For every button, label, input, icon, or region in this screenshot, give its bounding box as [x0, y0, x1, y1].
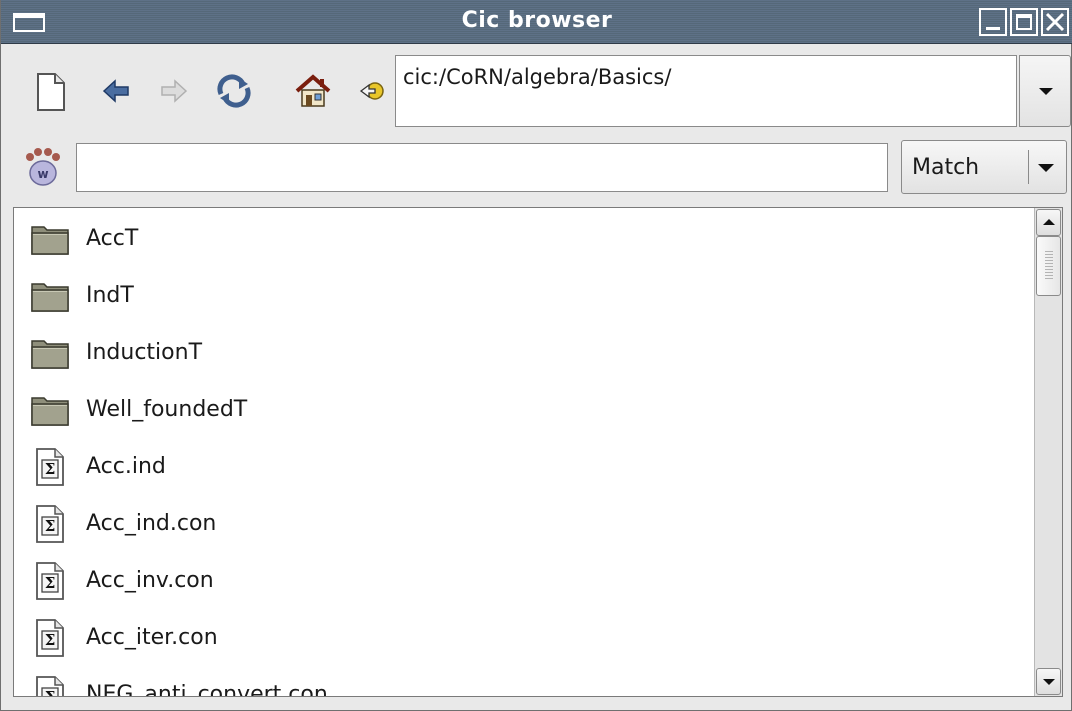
folder-icon: [30, 333, 70, 373]
back-arrow-icon: [102, 79, 129, 103]
close-icon[interactable]: [1041, 8, 1069, 36]
entry-list: AccT IndT InductionT Well_foundedT Σ Acc.ind Σ…: [14, 208, 1034, 696]
svg-text:Σ: Σ: [45, 574, 56, 592]
list-item-label: Acc.ind: [86, 454, 166, 479]
list-item[interactable]: Well_foundedT: [14, 381, 1034, 438]
list-item-label: Acc_ind.con: [86, 511, 217, 536]
folder-icon: [30, 390, 70, 430]
svg-text:Σ: Σ: [45, 688, 56, 697]
search-input[interactable]: [76, 143, 888, 192]
whelp-paw-icon[interactable]: w: [21, 147, 65, 189]
refresh-icon: [217, 74, 251, 108]
go-button[interactable]: [357, 78, 387, 104]
refresh-button[interactable]: [213, 72, 255, 110]
list-item-label: AccT: [86, 226, 139, 251]
list-item[interactable]: Σ Acc_iter.con: [14, 609, 1034, 666]
title-bar[interactable]: Cic browser: [1, 0, 1072, 44]
folder-icon: [30, 276, 70, 316]
match-mode-select[interactable]: Match: [901, 140, 1067, 194]
list-item[interactable]: AccT: [14, 210, 1034, 267]
svg-text:Σ: Σ: [45, 460, 56, 478]
list-item[interactable]: Σ Acc.ind: [14, 438, 1034, 495]
list-item[interactable]: Σ NEG_anti_convert.con: [14, 666, 1034, 696]
cic-browser-window: Cic browser cic:/CoRN/algebra/Basics/ w …: [0, 0, 1072, 711]
list-item-label: InductionT: [86, 340, 203, 365]
sigma-document-icon: Σ: [30, 675, 70, 697]
forward-button[interactable]: [157, 76, 191, 106]
home-button[interactable]: [291, 70, 335, 112]
toolbar: cic:/CoRN/algebra/Basics/: [1, 48, 1071, 136]
url-history-dropdown[interactable]: [1019, 55, 1071, 127]
new-page-button[interactable]: [31, 70, 71, 114]
scroll-down-button[interactable]: [1036, 668, 1061, 695]
list-item[interactable]: IndT: [14, 267, 1034, 324]
new-page-icon: [37, 73, 65, 111]
match-mode-label: Match: [912, 155, 980, 180]
window-title: Cic browser: [461, 8, 613, 33]
go-icon: [359, 82, 384, 100]
home-icon: [295, 74, 331, 107]
list-item[interactable]: Σ Acc_ind.con: [14, 495, 1034, 552]
chevron-down-icon: [1038, 164, 1054, 172]
window-controls: [979, 8, 1069, 38]
scroll-thumb[interactable]: [1036, 236, 1061, 296]
sigma-document-icon: Σ: [30, 561, 70, 601]
list-item-label: IndT: [86, 283, 134, 308]
svg-text:Σ: Σ: [45, 631, 56, 649]
search-row: w Match: [1, 140, 1071, 198]
browser-list: AccT IndT InductionT Well_foundedT Σ Acc.ind Σ…: [13, 207, 1063, 697]
vertical-scrollbar[interactable]: [1034, 208, 1062, 696]
list-item[interactable]: InductionT: [14, 324, 1034, 381]
forward-arrow-icon: [161, 79, 188, 103]
back-button[interactable]: [99, 76, 133, 106]
minimize-icon[interactable]: [979, 8, 1007, 36]
chevron-down-icon: [1039, 88, 1053, 95]
list-item-label: Well_foundedT: [86, 397, 248, 422]
sigma-document-icon: Σ: [30, 447, 70, 487]
list-item-label: NEG_anti_convert.con: [86, 682, 328, 696]
maximize-icon[interactable]: [1010, 8, 1038, 36]
svg-text:Σ: Σ: [45, 517, 56, 535]
sigma-document-icon: Σ: [30, 504, 70, 544]
scroll-up-button[interactable]: [1036, 209, 1061, 236]
svg-text:w: w: [37, 167, 48, 181]
sigma-document-icon: Σ: [30, 618, 70, 658]
url-input[interactable]: cic:/CoRN/algebra/Basics/: [395, 55, 1017, 127]
select-divider: [1028, 150, 1029, 184]
folder-icon: [30, 219, 70, 259]
list-item[interactable]: Σ Acc_inv.con: [14, 552, 1034, 609]
list-item-label: Acc_inv.con: [86, 568, 214, 593]
list-item-label: Acc_iter.con: [86, 625, 218, 650]
